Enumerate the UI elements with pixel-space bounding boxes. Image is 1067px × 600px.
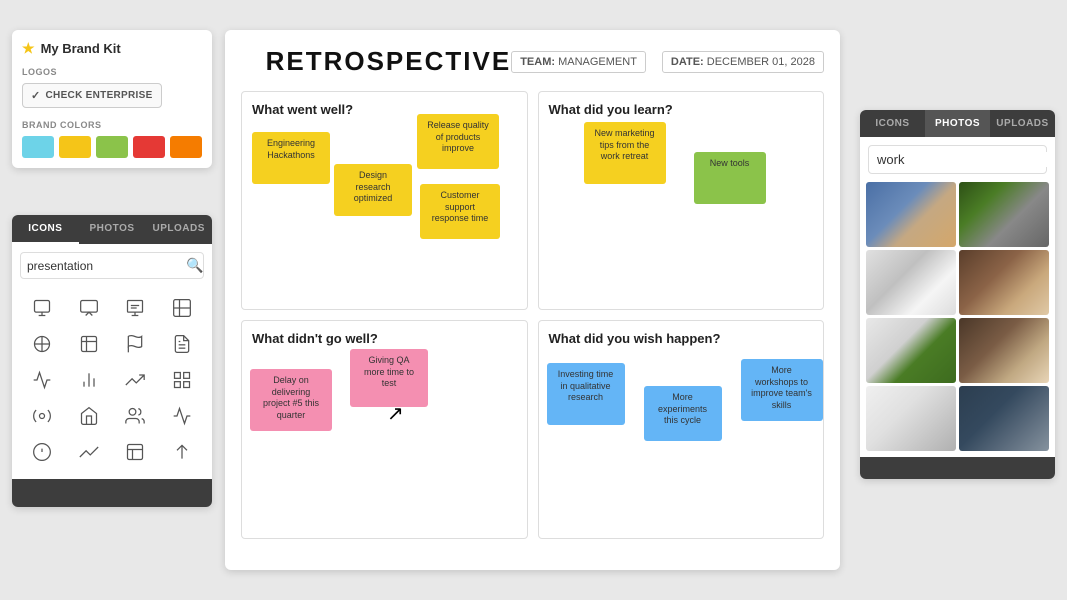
icon-cell-2[interactable] xyxy=(67,291,112,325)
check-icon: ✓ xyxy=(31,89,41,102)
photos-panel: ICONS PHOTOS UPLOADS 🔍 xyxy=(860,110,1055,479)
icons-search-icon[interactable]: 🔍 xyxy=(186,257,203,274)
sticky-investing[interactable]: Investing time in qualitative research xyxy=(547,363,625,425)
tab-uploads-left[interactable]: UPLOADS xyxy=(145,215,212,244)
icon-cell-5[interactable] xyxy=(20,327,65,361)
sticky-engineering[interactable]: Engineering Hackathons xyxy=(252,132,330,184)
tab-photos-left[interactable]: PHOTOS xyxy=(79,215,146,244)
icon-cell-18[interactable] xyxy=(67,435,112,469)
quadrant-didnt-go-well-title: What didn't go well? xyxy=(252,331,517,346)
icon-cell-19[interactable] xyxy=(113,435,158,469)
sticky-workshops[interactable]: More workshops to improve team's skills xyxy=(741,359,823,421)
team-value: MANAGEMENT xyxy=(558,56,637,68)
photos-grid xyxy=(860,182,1055,457)
retro-grid: What went well? Engineering Hackathons D… xyxy=(241,91,824,539)
sticky-customer[interactable]: Customer support response time xyxy=(420,184,500,239)
sticky-delay[interactable]: Delay on delivering project #5 this quar… xyxy=(250,369,332,431)
brand-colors-label: BRAND COLORS xyxy=(22,120,202,130)
icon-cell-11[interactable] xyxy=(113,363,158,397)
brand-kit-title: ★ My Brand Kit xyxy=(22,40,202,57)
quadrant-went-well: What went well? Engineering Hackathons D… xyxy=(241,91,528,310)
icon-cell-9[interactable] xyxy=(20,363,65,397)
tab-icons-right[interactable]: ICONS xyxy=(860,110,925,137)
icon-cell-8[interactable] xyxy=(160,327,205,361)
icons-panel-bottom xyxy=(12,479,212,507)
icons-search-input[interactable] xyxy=(27,259,182,273)
photos-panel-tabs: ICONS PHOTOS UPLOADS xyxy=(860,110,1055,137)
quadrant-didnt-go-well: What didn't go well? Delay on delivering… xyxy=(241,320,528,539)
icons-search-bar: 🔍 xyxy=(20,252,204,279)
sticky-new-tools[interactable]: New tools xyxy=(694,152,766,204)
icon-cell-6[interactable] xyxy=(67,327,112,361)
retro-meta: TEAM: MANAGEMENT DATE: DECEMBER 01, 2028 xyxy=(511,51,824,73)
check-enterprise-button[interactable]: ✓ CHECK ENTERPRISE xyxy=(22,83,162,108)
color-swatch-blue[interactable] xyxy=(22,136,54,158)
color-swatch-yellow[interactable] xyxy=(59,136,91,158)
sticky-release[interactable]: Release quality of products improve xyxy=(417,114,499,169)
icons-grid xyxy=(12,287,212,473)
retro-title: RETROSPECTIVE xyxy=(266,46,512,77)
quadrant-learned-title: What did you learn? xyxy=(549,102,814,117)
icon-cell-20[interactable] xyxy=(160,435,205,469)
quadrant-wish-happened-title: What did you wish happen? xyxy=(549,331,814,346)
sticky-design[interactable]: Design research optimized xyxy=(334,164,412,216)
icon-cell-12[interactable] xyxy=(160,363,205,397)
date-label: DATE: xyxy=(671,56,704,68)
retro-board: RETROSPECTIVE TEAM: MANAGEMENT DATE: DEC… xyxy=(225,30,840,570)
tab-photos-right[interactable]: PHOTOS xyxy=(925,110,990,137)
icon-cell-15[interactable] xyxy=(113,399,158,433)
photo-thumb-4[interactable] xyxy=(959,250,1049,315)
icon-cell-3[interactable] xyxy=(113,291,158,325)
tab-icons[interactable]: ICONS xyxy=(12,215,79,244)
photos-panel-bottom xyxy=(860,457,1055,479)
photos-search-input[interactable] xyxy=(877,152,1053,167)
date-value: DECEMBER 01, 2028 xyxy=(707,56,815,68)
logos-section: LOGOS ✓ CHECK ENTERPRISE xyxy=(22,67,202,108)
color-swatch-red[interactable] xyxy=(133,136,165,158)
sticky-experiments[interactable]: More experiments this cycle xyxy=(644,386,722,441)
photos-search-bar: 🔍 xyxy=(868,145,1047,174)
check-enterprise-label: CHECK ENTERPRISE xyxy=(46,90,153,101)
photo-thumb-5[interactable] xyxy=(866,318,956,383)
tab-uploads-right[interactable]: UPLOADS xyxy=(990,110,1055,137)
icon-cell-16[interactable] xyxy=(160,399,205,433)
icon-cell-14[interactable] xyxy=(67,399,112,433)
photo-thumb-7[interactable] xyxy=(866,386,956,451)
icon-cell-1[interactable] xyxy=(20,291,65,325)
icon-cell-10[interactable] xyxy=(67,363,112,397)
brand-colors-section: BRAND COLORS xyxy=(22,120,202,158)
team-label: TEAM: xyxy=(520,56,555,68)
sticky-qa[interactable]: Giving QA more time to test xyxy=(350,349,428,407)
photo-thumb-2[interactable] xyxy=(959,182,1049,247)
sticky-marketing[interactable]: New marketing tips from the work retreat xyxy=(584,122,666,184)
color-swatch-green[interactable] xyxy=(96,136,128,158)
retro-header: RETROSPECTIVE TEAM: MANAGEMENT DATE: DEC… xyxy=(241,46,824,77)
photo-thumb-8[interactable] xyxy=(959,386,1049,451)
logos-label: LOGOS xyxy=(22,67,202,77)
photo-thumb-1[interactable] xyxy=(866,182,956,247)
quadrant-wish-happened: What did you wish happen? Investing time… xyxy=(538,320,825,539)
date-meta: DATE: DECEMBER 01, 2028 xyxy=(662,51,824,73)
icon-cell-4[interactable] xyxy=(160,291,205,325)
icon-cell-17[interactable] xyxy=(20,435,65,469)
icon-cell-13[interactable] xyxy=(20,399,65,433)
quadrant-learned: What did you learn? New marketing tips f… xyxy=(538,91,825,310)
color-swatch-orange[interactable] xyxy=(170,136,202,158)
brand-kit-label: My Brand Kit xyxy=(41,41,121,56)
color-swatches xyxy=(22,136,202,158)
icon-cell-7[interactable] xyxy=(113,327,158,361)
icons-panel-tabs: ICONS PHOTOS UPLOADS xyxy=(12,215,212,244)
brand-kit-panel: ★ My Brand Kit LOGOS ✓ CHECK ENTERPRISE … xyxy=(12,30,212,168)
team-meta: TEAM: MANAGEMENT xyxy=(511,51,646,73)
photo-thumb-6[interactable] xyxy=(959,318,1049,383)
photo-thumb-3[interactable] xyxy=(866,250,956,315)
star-icon: ★ xyxy=(22,40,35,57)
icons-panel: ICONS PHOTOS UPLOADS 🔍 xyxy=(12,215,212,507)
